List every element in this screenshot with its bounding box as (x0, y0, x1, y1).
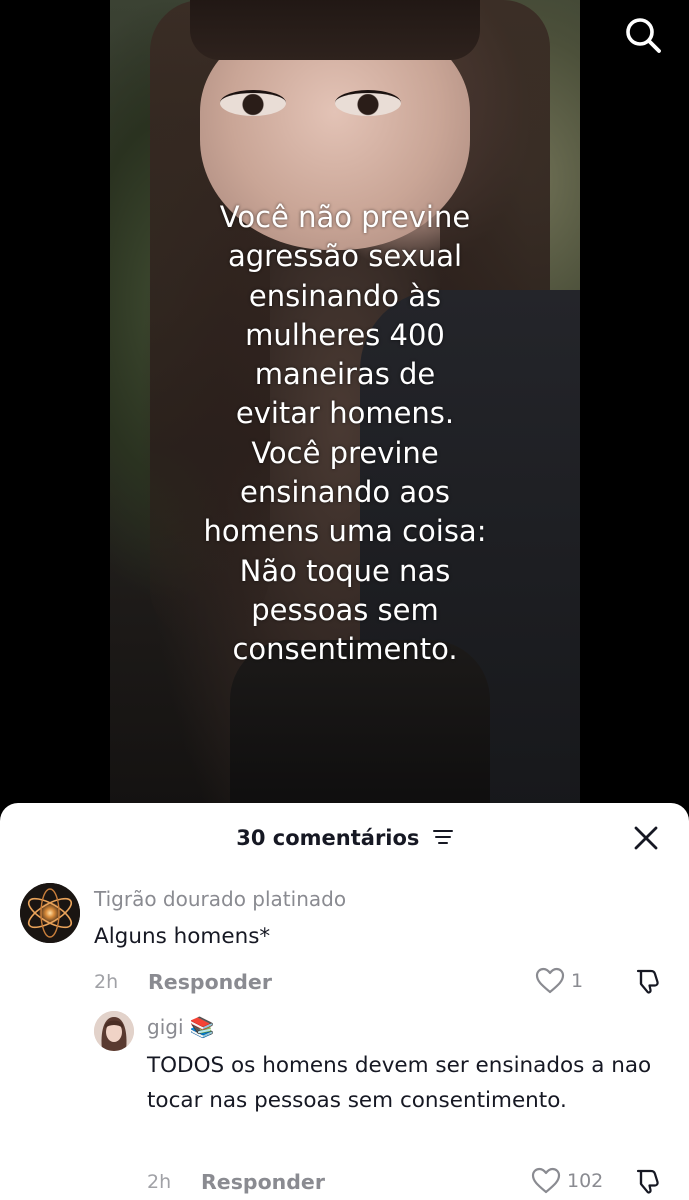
search-icon (626, 18, 661, 53)
like-count: 1 (571, 970, 584, 992)
caption-line: agressão sexual (227, 239, 463, 274)
video-player[interactable]: Você não previne agressão sexual ensinan… (0, 0, 689, 810)
comment-count-sort-button[interactable]: 30 comentários (0, 825, 689, 850)
heart-icon (531, 1167, 561, 1194)
caption-line: Não toque nas (239, 553, 451, 588)
caption-line: ensinando aos (240, 475, 450, 510)
caption-line: homens uma coisa: (203, 514, 487, 549)
profile-photo-avatar-image (94, 1011, 134, 1051)
reply-button[interactable]: Responder (148, 970, 272, 994)
dislike-button[interactable] (634, 1167, 662, 1195)
caption-line: consentimento. (232, 632, 458, 667)
comments-header: 30 comentários (0, 803, 689, 869)
video-caption-overlay: Você não previne agressão sexual ensinan… (110, 198, 580, 670)
avatar[interactable] (20, 883, 80, 943)
comment-author[interactable]: Tigrão dourado platinado (94, 887, 346, 911)
caption-line: ensinando às (248, 278, 442, 313)
avatar[interactable] (94, 1011, 134, 1051)
caption-line: evitar homens. (235, 396, 455, 431)
close-icon (634, 826, 658, 850)
thumbs-down-icon (636, 1169, 659, 1194)
video-eye-left (220, 90, 286, 116)
atom-avatar-image (20, 883, 80, 943)
like-count: 102 (567, 1170, 604, 1192)
heart-icon (535, 967, 565, 994)
video-bangs (190, 0, 480, 60)
like-button[interactable]: 102 (531, 1167, 603, 1195)
comment-timestamp: 2h (94, 971, 119, 993)
comment-text: Alguns homens* (94, 924, 271, 949)
comments-sheet: 30 comentários Tigrão dourado platinado … (0, 803, 689, 1200)
like-button[interactable]: 1 (535, 967, 583, 995)
sort-icon (432, 830, 453, 844)
comment-text: TODOS os homens devem ser ensinados a na… (147, 1053, 652, 1113)
comment-item: Tigrão dourado platinado Alguns homens* … (0, 869, 689, 1001)
comment-item: gigi 📚 TODOS os homens devem ser ensinad… (0, 1001, 689, 1200)
reply-button[interactable]: Responder (201, 1170, 325, 1194)
caption-line: Você previne (251, 435, 439, 470)
comment-author[interactable]: gigi 📚 (147, 1015, 215, 1039)
comment-timestamp: 2h (147, 1171, 172, 1193)
comment-count-label: 30 comentários (236, 826, 420, 850)
search-button[interactable] (622, 14, 664, 56)
caption-line: Você não previne (219, 200, 471, 234)
caption-line: maneiras de (254, 357, 436, 392)
thumbs-down-icon (636, 969, 659, 994)
caption-line: mulheres 400 (245, 317, 445, 352)
caption-line: pessoas sem (251, 592, 439, 627)
video-eye-right (335, 90, 401, 116)
dislike-button[interactable] (634, 967, 662, 995)
close-button[interactable] (633, 825, 659, 851)
